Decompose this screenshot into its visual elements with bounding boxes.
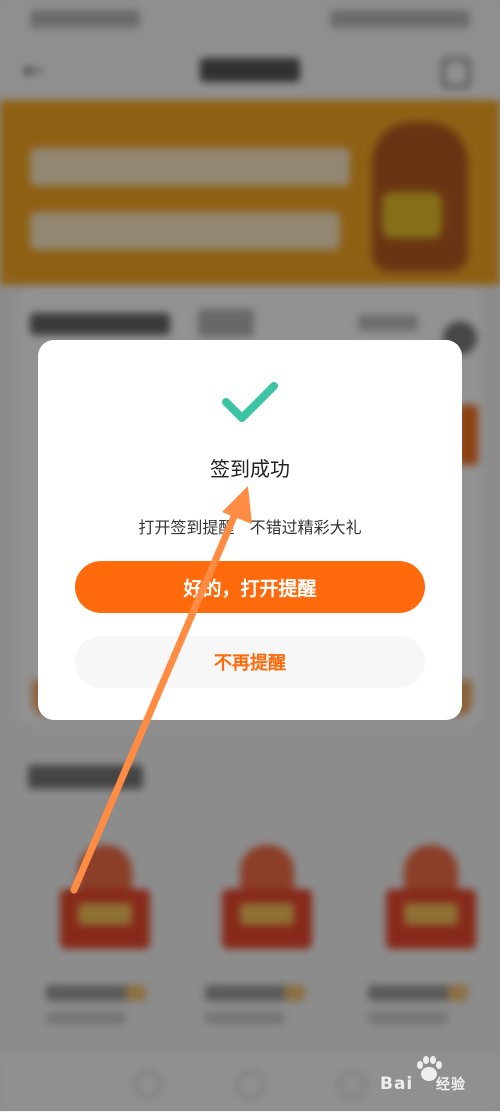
watermark: Bai 经验	[380, 1056, 490, 1096]
dialog-title: 签到成功	[210, 457, 290, 481]
watermark-suffix: 经验	[436, 1077, 466, 1093]
no-reminder-button[interactable]: 不再提醒	[75, 636, 425, 688]
check-icon	[222, 382, 278, 422]
signin-success-dialog: 签到成功 打开签到提醒 不错过精彩大礼 好的，打开提醒 不再提醒	[38, 340, 462, 720]
watermark-brand: Bai	[380, 1074, 414, 1094]
dialog-message: 打开签到提醒 不错过精彩大礼	[138, 518, 362, 537]
enable-reminder-button[interactable]: 好的，打开提醒	[75, 561, 425, 613]
